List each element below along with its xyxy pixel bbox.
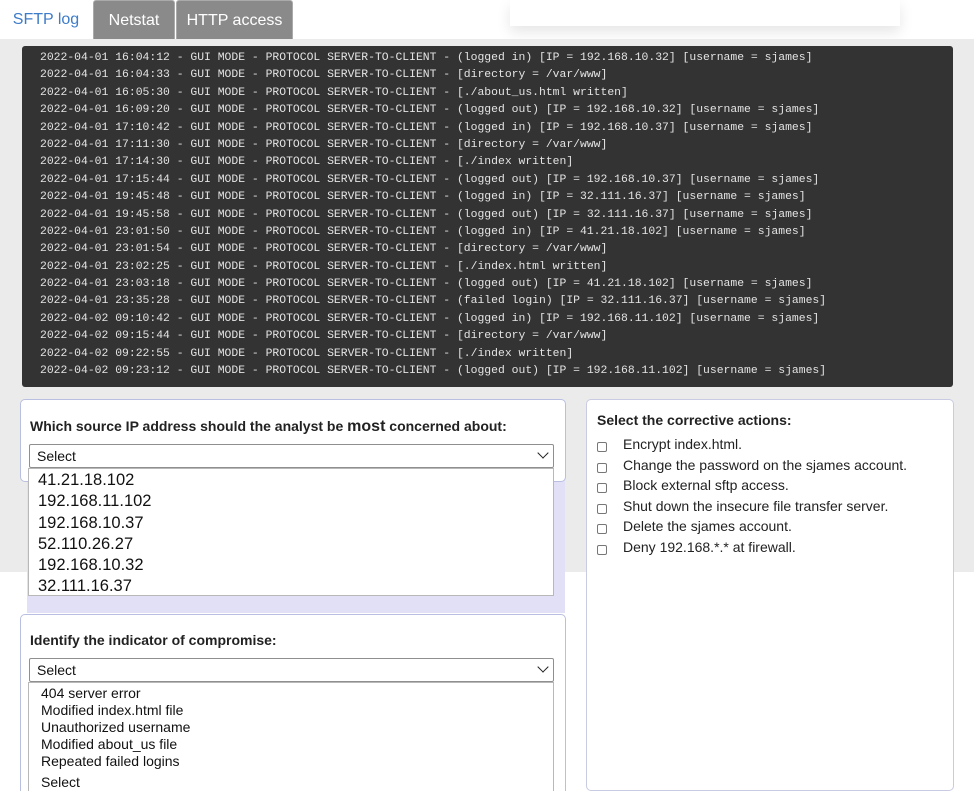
log-line: 2022-04-01 17:11:30 - GUI MODE - PROTOCO… bbox=[40, 138, 608, 151]
log-line: 2022-04-01 16:09:20 - GUI MODE - PROTOCO… bbox=[40, 104, 820, 117]
checkbox[interactable] bbox=[597, 503, 607, 514]
question-ioc-title: Identify the indicator of compromise: bbox=[30, 632, 277, 648]
log-line: 2022-04-01 19:45:48 - GUI MODE - PROTOCO… bbox=[40, 191, 806, 204]
log-line: 2022-04-01 23:01:54 - GUI MODE - PROTOCO… bbox=[40, 243, 608, 256]
ioc-select[interactable]: Select bbox=[29, 658, 554, 682]
tab-bar: SFTP log Netstat HTTP access bbox=[0, 0, 974, 40]
option-ip-192-168-11-102[interactable]: 192.168.11.102 bbox=[29, 491, 553, 512]
checkbox[interactable] bbox=[597, 483, 607, 493]
log-line: 2022-04-02 09:22:55 - GUI MODE - PROTOCO… bbox=[40, 347, 574, 360]
checkbox[interactable] bbox=[597, 524, 607, 534]
option-unauthorized-username[interactable]: Unauthorized username bbox=[29, 719, 553, 736]
tab-netstat[interactable]: Netstat bbox=[93, 0, 175, 40]
corrective-actions-card: Select the corrective actions: Encrypt i… bbox=[586, 399, 954, 791]
log-line: 2022-04-02 09:15:44 - GUI MODE - PROTOCO… bbox=[40, 330, 608, 343]
checkbox[interactable] bbox=[597, 544, 607, 555]
option-ip-192-168-10-37[interactable]: 192.168.10.37 bbox=[29, 513, 553, 534]
log-line: 2022-04-01 17:15:44 - GUI MODE - PROTOCO… bbox=[40, 173, 820, 186]
option-modified-index-html[interactable]: Modified index.html file bbox=[29, 702, 553, 719]
log-line: 2022-04-01 23:03:18 - GUI MODE - PROTOCO… bbox=[40, 278, 813, 291]
sftp-log-console: 2022-04-01 16:04:12 - GUI MODE - PROTOCO… bbox=[22, 46, 953, 387]
option-404-server-error[interactable]: 404 server error bbox=[29, 685, 553, 702]
option-repeated-failed-logins[interactable]: Repeated failed logins bbox=[29, 753, 553, 770]
tab-sftp-log[interactable]: SFTP log bbox=[0, 0, 92, 40]
chevron-down-icon bbox=[537, 661, 549, 673]
log-line: 2022-04-01 17:10:42 - GUI MODE - PROTOCO… bbox=[40, 121, 813, 134]
source-ip-select[interactable]: Select bbox=[29, 444, 554, 468]
checkbox[interactable] bbox=[597, 462, 607, 473]
option-ip-41-21-18-102[interactable]: 41.21.18.102 bbox=[29, 470, 553, 491]
log-line: 2022-04-01 23:01:50 - GUI MODE - PROTOCO… bbox=[40, 225, 806, 238]
log-line: 2022-04-01 17:14:30 - GUI MODE - PROTOCO… bbox=[40, 156, 574, 169]
log-line: 2022-04-01 23:35:28 - GUI MODE - PROTOCO… bbox=[40, 295, 827, 308]
option-ip-52-110-26-27[interactable]: 52.110.26.27 bbox=[29, 534, 553, 555]
page: SFTP log Netstat HTTP access 2022-04-01 … bbox=[0, 0, 974, 791]
ioc-options-list: 404 server error Modified index.html fil… bbox=[28, 682, 554, 791]
option-modified-about-us[interactable]: Modified about_us file bbox=[29, 736, 553, 753]
checkbox[interactable] bbox=[597, 442, 607, 452]
option-ip-32-111-16-37[interactable]: 32.111.16.37 bbox=[29, 576, 553, 597]
log-line: 2022-04-01 16:04:12 - GUI MODE - PROTOCO… bbox=[40, 52, 813, 64]
chevron-down-icon bbox=[537, 447, 549, 459]
log-line: 2022-04-01 16:04:33 - GUI MODE - PROTOCO… bbox=[40, 69, 608, 82]
action-label: Deny 192.168.*.* at firewall. bbox=[623, 538, 796, 555]
option-select-placeholder[interactable]: Select bbox=[29, 774, 553, 791]
log-line: 2022-04-01 23:02:25 - GUI MODE - PROTOCO… bbox=[40, 260, 608, 273]
tab-http-access[interactable]: HTTP access bbox=[176, 0, 293, 40]
ioc-select-value: Select bbox=[37, 662, 76, 678]
source-ip-select-value: Select bbox=[37, 448, 76, 464]
log-line: 2022-04-01 16:05:30 - GUI MODE - PROTOCO… bbox=[40, 86, 628, 99]
corrective-actions-title: Select the corrective actions: bbox=[597, 412, 792, 428]
action-label: Delete the sjames account. bbox=[623, 518, 792, 534]
log-line: 2022-04-02 09:23:12 - GUI MODE - PROTOCO… bbox=[40, 365, 827, 378]
action-label: Change the password on the sjames accoun… bbox=[623, 456, 908, 473]
action-label: Shut down the insecure file transfer ser… bbox=[623, 497, 889, 514]
log-line: 2022-04-02 09:10:42 - GUI MODE - PROTOCO… bbox=[40, 312, 820, 325]
top-glow-decoration bbox=[510, 0, 900, 26]
question-source-ip-title: Which source IP address should the analy… bbox=[30, 418, 507, 435]
action-label: Encrypt index.html. bbox=[623, 436, 743, 452]
action-label: Block external sftp access. bbox=[623, 477, 789, 493]
source-ip-options-list: 41.21.18.102 192.168.11.102 192.168.10.3… bbox=[28, 468, 554, 596]
option-ip-192-168-10-32[interactable]: 192.168.10.32 bbox=[29, 555, 553, 576]
log-line: 2022-04-01 19:45:58 - GUI MODE - PROTOCO… bbox=[40, 208, 813, 221]
